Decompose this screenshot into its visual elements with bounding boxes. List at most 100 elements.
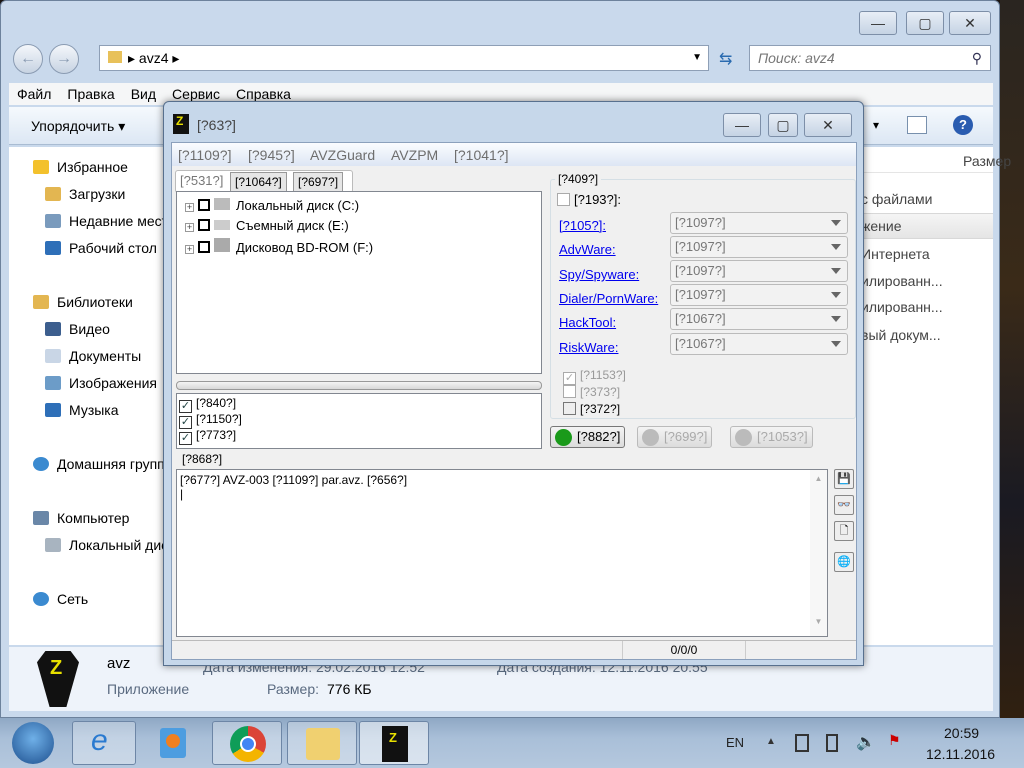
menu-edit[interactable]: Правка <box>59 83 122 102</box>
category-link-advware[interactable]: AdvWare: <box>559 242 616 257</box>
maximize-button[interactable]: ▢ <box>768 113 798 137</box>
show-hidden-icons[interactable]: ▲ <box>766 736 776 747</box>
checkbox[interactable] <box>198 199 210 211</box>
perform-treatment-checkbox[interactable]: [?193?]: <box>557 192 621 207</box>
nav-desktop[interactable]: Рабочий стол <box>45 240 157 256</box>
action-center-flag-icon[interactable]: ⚑ <box>888 732 901 749</box>
category-select-advware[interactable]: [?1097?] <box>670 236 848 258</box>
nav-libraries[interactable]: Библиотеки <box>33 294 133 310</box>
quarantine-button[interactable]: 🌐 <box>834 552 854 572</box>
search-input[interactable]: Поиск: avz4 ⚲ <box>749 45 991 71</box>
list-item[interactable]: илированн... <box>861 273 943 289</box>
category-select-spyware[interactable]: [?1097?] <box>670 260 848 282</box>
taskbar-avz[interactable]: Z <box>359 721 429 765</box>
nav-music[interactable]: Музыка <box>45 402 119 418</box>
help-icon[interactable]: ? <box>953 115 973 135</box>
nav-images[interactable]: Изображения <box>45 375 157 391</box>
menu-view[interactable]: Вид <box>123 83 164 102</box>
expand-icon[interactable]: + <box>185 223 194 232</box>
tree-item-drive-e[interactable]: + Съемный диск (E:) <box>185 218 349 233</box>
list-item[interactable]: илированн... <box>861 299 943 315</box>
menu-file[interactable]: Файл <box>9 83 59 102</box>
category-link-virus[interactable]: [?105?]: <box>559 218 606 233</box>
network-icon[interactable] <box>795 734 809 752</box>
extra-check-2[interactable]: [?372?] <box>563 402 620 416</box>
minimize-button[interactable]: — <box>859 11 897 35</box>
minimize-button[interactable]: — <box>723 113 761 137</box>
taskbar-explorer[interactable] <box>287 721 357 765</box>
nav-computer[interactable]: Компьютер <box>33 510 129 526</box>
column-header-size[interactable]: Размер <box>963 153 1011 169</box>
menu-avzguard[interactable]: AVZGuard <box>310 147 375 163</box>
volume-icon[interactable]: 🔈 <box>856 732 876 752</box>
menu-help[interactable]: [?1041?] <box>454 147 509 163</box>
category-select-virus[interactable]: [?1097?] <box>670 212 848 234</box>
option-check-0[interactable]: ✓ [?840?] <box>179 396 236 413</box>
list-item[interactable]: с файлами <box>861 191 932 207</box>
maximize-button[interactable]: ▢ <box>906 11 944 35</box>
nav-recent[interactable]: Недавние места <box>45 213 176 229</box>
nav-favorites[interactable]: Избранное <box>33 159 128 175</box>
list-item[interactable]: жение <box>861 218 902 234</box>
close-button[interactable]: ✕ <box>949 11 991 35</box>
category-link-riskware[interactable]: RiskWare: <box>559 340 618 355</box>
checkbox[interactable] <box>198 219 210 231</box>
category-select-hacktool[interactable]: [?1067?] <box>670 308 848 330</box>
tree-item-drive-f[interactable]: + Дисковод BD-ROM (F:) <box>185 238 373 255</box>
battery-icon[interactable] <box>826 734 838 752</box>
taskbar-ie[interactable]: e <box>72 721 136 765</box>
category-select-riskware[interactable]: [?1067?] <box>670 333 848 355</box>
menu-service[interactable]: [?945?] <box>248 147 295 163</box>
list-item[interactable]: Интернета <box>861 246 930 262</box>
expand-icon[interactable]: + <box>185 203 194 212</box>
tree-item-drive-c[interactable]: + Локальный диск (C:) <box>185 198 359 213</box>
stop-button[interactable]: [?1053?] <box>730 426 813 448</box>
start-button[interactable] <box>12 722 54 764</box>
close-button[interactable]: ✕ <box>804 113 852 137</box>
path-segment[interactable]: avz4 <box>139 50 169 66</box>
clock-time[interactable]: 20:59 <box>944 725 979 741</box>
tab-search-params[interactable]: [?697?] <box>293 172 344 192</box>
log-scrollbar[interactable]: ▲ ▼ <box>810 470 827 636</box>
checkbox[interactable] <box>198 241 210 253</box>
address-bar[interactable]: ▸ avz4 ▸ ▼ <box>99 45 709 71</box>
category-link-dialer[interactable]: Dialer/PornWare: <box>559 291 658 306</box>
refresh-icon[interactable]: ⇆ <box>719 49 732 69</box>
tab-file-types[interactable]: [?1064?] <box>230 172 287 192</box>
nav-video[interactable]: Видео <box>45 321 110 337</box>
menu-help[interactable]: Справка <box>228 83 299 102</box>
view-options-button[interactable]: ▾ <box>873 118 879 132</box>
category-link-spyware[interactable]: Spy/Spyware: <box>559 267 639 282</box>
menu-avzpm[interactable]: AVZPM <box>391 147 438 163</box>
clock-date[interactable]: 12.11.2016 <box>926 746 995 762</box>
preview-pane-icon[interactable] <box>907 116 927 134</box>
menu-tools[interactable]: Сервис <box>164 83 228 102</box>
back-button[interactable]: ← <box>13 44 43 74</box>
language-indicator[interactable]: EN <box>726 735 744 750</box>
category-link-hacktool[interactable]: HackTool: <box>559 315 616 330</box>
list-item[interactable]: вый докум... <box>861 327 941 343</box>
nav-downloads[interactable]: Загрузки <box>45 186 125 202</box>
organize-button[interactable]: Упорядочить ▾ <box>31 118 125 135</box>
start-button[interactable]: [?882?] <box>550 426 626 448</box>
taskbar-chrome[interactable] <box>212 721 282 765</box>
option-check-1[interactable]: ✓ [?1150?] <box>179 412 242 429</box>
category-select-dialer[interactable]: [?1097?] <box>670 284 848 306</box>
menu-file[interactable]: [?1109?] <box>178 147 231 163</box>
chevron-down-icon[interactable]: ▼ <box>692 46 702 70</box>
option-check-2[interactable]: ✓ [?773?] <box>179 428 236 445</box>
forward-button[interactable]: → <box>49 44 79 74</box>
pause-button[interactable]: [?699?] <box>637 426 713 448</box>
save-log-button[interactable]: 💾 <box>834 469 854 489</box>
view-log-button[interactable]: 👓 <box>834 495 854 515</box>
clear-log-button[interactable]: 🗋 <box>834 521 854 541</box>
extra-check-0[interactable]: ✓ [?1153?] <box>563 368 626 385</box>
search-icon[interactable]: ⚲ <box>972 46 982 70</box>
nav-network[interactable]: Сеть <box>33 591 88 607</box>
media-player-icon[interactable] <box>160 728 186 758</box>
nav-homegroup[interactable]: Домашняя группа <box>33 456 173 472</box>
log-textarea[interactable]: [?677?] AVZ-003 [?1109?] par.avz. [?656?… <box>176 469 828 637</box>
extra-check-1[interactable]: [?373?] <box>563 385 620 399</box>
expand-icon[interactable]: + <box>185 245 194 254</box>
nav-documents[interactable]: Документы <box>45 348 141 364</box>
